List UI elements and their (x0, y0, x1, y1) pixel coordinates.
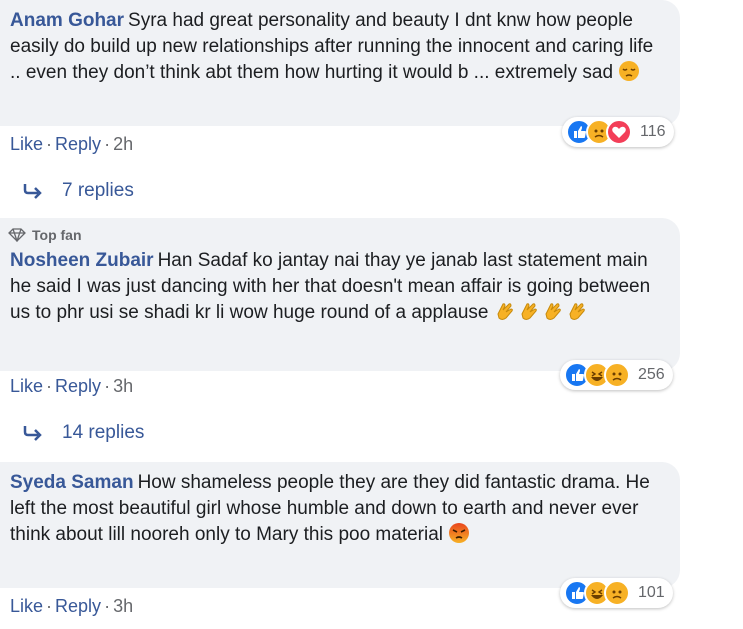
comment-actions: Like · Reply · 3h (10, 596, 133, 617)
badge-label: Top fan (32, 227, 82, 243)
separator: · (104, 596, 111, 616)
love-reaction-icon (606, 119, 632, 145)
comment-author[interactable]: Anam Gohar (10, 10, 124, 31)
separator: · (46, 596, 53, 616)
reply-link[interactable]: Reply (55, 134, 101, 154)
separator: · (46, 376, 53, 396)
separator: · (104, 376, 111, 396)
comment-author[interactable]: Syeda Saman (10, 472, 134, 493)
reaction-summary[interactable]: 116 (562, 117, 674, 147)
comment-author[interactable]: Nosheen Zubair (10, 250, 154, 271)
separator: · (46, 134, 53, 154)
separator: · (104, 134, 111, 154)
reply-link[interactable]: Reply (55, 596, 101, 616)
timestamp[interactable]: 2h (113, 134, 133, 154)
reaction-summary[interactable]: 101 (560, 578, 673, 608)
timestamp[interactable]: 3h (113, 596, 133, 616)
replies-count: 14 replies (62, 422, 145, 443)
reply-arrow-icon (23, 184, 42, 199)
like-link[interactable]: Like (10, 134, 43, 154)
sad-reaction-icon (604, 580, 630, 606)
timestamp[interactable]: 3h (113, 376, 133, 396)
sad-reaction-icon (604, 362, 630, 388)
replies-count: 7 replies (62, 180, 134, 201)
reaction-count: 256 (638, 366, 665, 383)
like-link[interactable]: Like (10, 596, 43, 616)
angry-face-emoji (448, 522, 470, 544)
clapping-hands-icon (521, 303, 537, 320)
comment-bubble: Anam Gohar Syra had great personality and… (0, 0, 680, 126)
view-replies-button[interactable]: 7 replies (22, 180, 134, 202)
diamond-icon (8, 228, 26, 242)
view-replies-button[interactable]: 14 replies (22, 422, 144, 444)
comment-bubble: Syeda Saman How shameless people they are… (0, 462, 680, 588)
clapping-hands-icon (569, 303, 585, 320)
comment-bubble: Nosheen Zubair Han Sadaf ko jantay nai th… (0, 218, 680, 371)
clapping-hands-icon (545, 303, 561, 320)
reply-link[interactable]: Reply (55, 376, 101, 396)
reply-arrow-icon (23, 426, 42, 441)
top-fan-badge: Top fan (8, 227, 82, 243)
comment-actions: Like · Reply · 3h (10, 376, 133, 397)
reaction-count: 116 (640, 123, 666, 140)
clapping-hands-icon (497, 303, 513, 320)
reaction-count: 101 (638, 584, 665, 601)
like-link[interactable]: Like (10, 376, 43, 396)
clapping-hands-emoji-group (494, 300, 588, 322)
reaction-summary[interactable]: 256 (560, 360, 673, 390)
pensive-face-emoji (618, 60, 640, 82)
comment-actions: Like · Reply · 2h (10, 134, 133, 155)
